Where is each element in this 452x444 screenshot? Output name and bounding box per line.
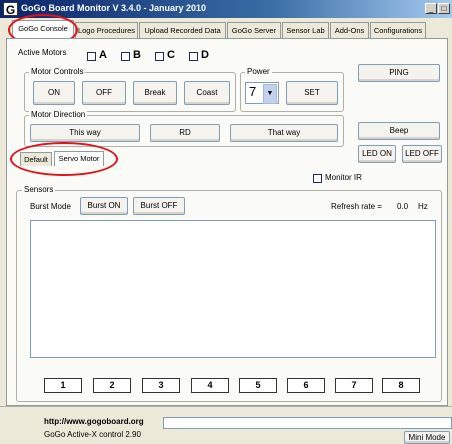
active-motors-label: Active Motors xyxy=(18,48,67,57)
burst-mode-label: Burst Mode xyxy=(30,202,71,211)
sensors-title: Sensors xyxy=(22,185,56,194)
motor-a-checkbox[interactable] xyxy=(87,52,96,61)
power-set-button[interactable]: SET xyxy=(286,81,338,105)
gogo-logo-icon: G xyxy=(3,2,18,17)
rd-button[interactable]: RD xyxy=(150,124,220,142)
chevron-down-icon: ▼ xyxy=(263,84,277,104)
refresh-rate-value: 0.0 xyxy=(397,202,409,211)
motor-break-button[interactable]: Break xyxy=(133,81,177,105)
sensor-channel-2-button[interactable]: 2 xyxy=(93,378,131,393)
led-on-button[interactable]: LED ON xyxy=(358,145,396,163)
motor-c-checkbox[interactable] xyxy=(155,52,164,61)
tab-add-ons[interactable]: Add-Ons xyxy=(330,22,369,38)
motor-d-checkbox[interactable] xyxy=(189,52,198,61)
tab-logo-procedures[interactable]: Logo Procedures xyxy=(75,22,138,38)
motor-direction-title: Motor Direction xyxy=(29,110,88,119)
burst-on-button[interactable]: Burst ON xyxy=(80,197,128,215)
motor-d-label: D xyxy=(201,49,209,61)
activex-version-label: GoGo Active-X control 2.90 xyxy=(44,430,141,439)
power-title: Power xyxy=(245,67,272,76)
motor-a-label: A xyxy=(99,49,107,61)
sensor-channel-7-button[interactable]: 7 xyxy=(335,378,373,393)
tab-sensor-lab[interactable]: Sensor Lab xyxy=(282,22,329,38)
tab-configurations[interactable]: Configurations xyxy=(370,22,426,38)
tab-upload-recorded-data[interactable]: Upload Recorded Data xyxy=(139,22,226,38)
motor-b-label: B xyxy=(133,49,141,61)
mini-mode-button[interactable]: Mini Mode xyxy=(404,431,450,444)
sensor-channel-1-button[interactable]: 1 xyxy=(44,378,82,393)
refresh-rate-label: Refresh rate = xyxy=(331,202,382,211)
ping-button[interactable]: PING xyxy=(358,64,440,82)
monitor-ir-label: Monitor IR xyxy=(325,173,362,182)
minimize-button[interactable]: _ xyxy=(425,3,437,14)
this-way-button[interactable]: This way xyxy=(30,124,140,142)
tab-gogo-server[interactable]: GoGo Server xyxy=(227,22,281,38)
sensor-output-area[interactable] xyxy=(30,220,436,358)
led-off-button[interactable]: LED OFF xyxy=(402,145,442,163)
motor-controls-title: Motor Controls xyxy=(29,67,86,76)
burst-off-button[interactable]: Burst OFF xyxy=(133,197,185,215)
monitor-ir-checkbox[interactable] xyxy=(313,174,322,183)
motor-c-label: C xyxy=(167,49,175,61)
motor-b-checkbox[interactable] xyxy=(121,52,130,61)
power-value: 7 xyxy=(249,84,257,99)
maximize-button[interactable]: □ xyxy=(438,3,450,14)
that-way-button[interactable]: That way xyxy=(230,124,338,142)
website-link[interactable]: http://www.gogoboard.org xyxy=(44,417,144,426)
sensor-channel-3-button[interactable]: 3 xyxy=(142,378,180,393)
sensor-channel-6-button[interactable]: 6 xyxy=(287,378,325,393)
window-title: GoGo Board Monitor V 3.4.0 - January 201… xyxy=(21,3,207,13)
status-message-field xyxy=(163,417,452,429)
refresh-rate-unit: Hz xyxy=(418,202,428,211)
sensor-channel-8-button[interactable]: 8 xyxy=(382,378,420,393)
power-select[interactable]: 7 ▼ xyxy=(245,82,279,104)
beep-button[interactable]: Beep xyxy=(358,122,440,140)
title-bar: G GoGo Board Monitor V 3.4.0 - January 2… xyxy=(0,0,452,18)
sensor-channel-4-button[interactable]: 4 xyxy=(191,378,229,393)
motor-coast-button[interactable]: Coast xyxy=(184,81,230,105)
highlight-ellipse-mode-tabs xyxy=(10,142,118,176)
motor-on-button[interactable]: ON xyxy=(33,81,75,105)
sensor-channel-5-button[interactable]: 5 xyxy=(239,378,277,393)
motor-off-button[interactable]: OFF xyxy=(82,81,126,105)
